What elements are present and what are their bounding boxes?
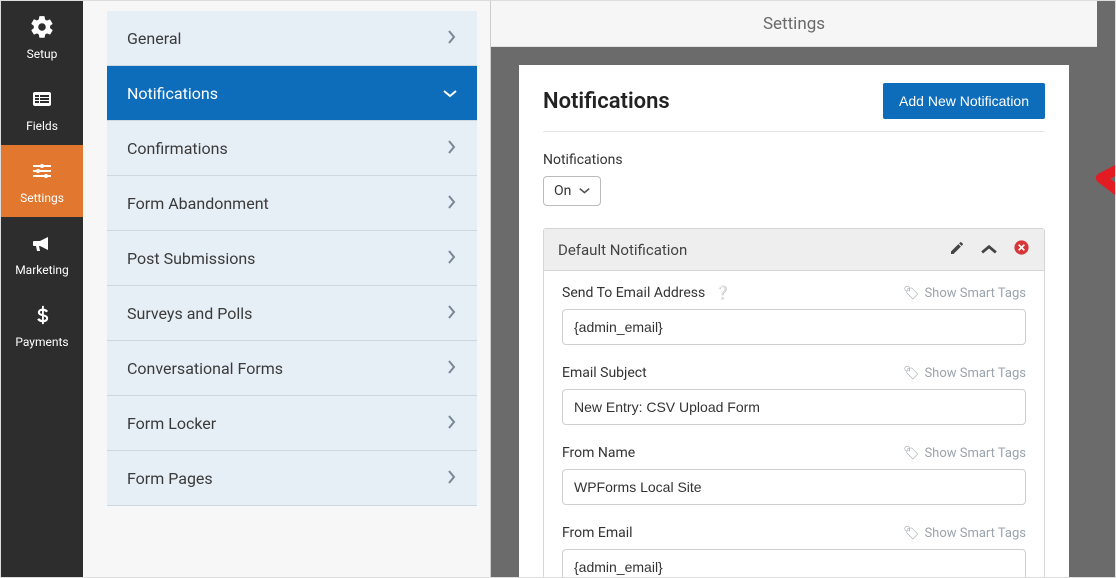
dropdown-value: On xyxy=(554,183,571,199)
rail-item-label: Marketing xyxy=(15,263,69,277)
chevron-down-icon xyxy=(443,84,457,103)
rail-item-label: Payments xyxy=(15,335,68,349)
settings-content-panel: Settings Notifications Add New Notificat… xyxy=(491,1,1097,577)
notifications-toggle-label: Notifications xyxy=(543,152,1045,168)
rail-item-fields[interactable]: Fields xyxy=(1,73,83,145)
from-email-input[interactable] xyxy=(562,549,1026,577)
notifications-toggle-dropdown[interactable]: On xyxy=(543,176,601,206)
settings-submenu-panel: General Notifications Confirmations Form… xyxy=(83,1,491,577)
dollar-icon xyxy=(28,301,56,329)
page-title: Settings xyxy=(763,14,825,34)
right-edge-bar xyxy=(1097,1,1115,577)
chevron-right-icon xyxy=(447,359,457,378)
page-header: Settings xyxy=(491,1,1097,47)
chevron-right-icon xyxy=(447,249,457,268)
show-smart-tags-link[interactable]: 🏷 Show Smart Tags xyxy=(903,366,1026,381)
add-notification-button[interactable]: Add New Notification xyxy=(883,83,1045,119)
submenu-item-label: Confirmations xyxy=(127,139,228,158)
submenu-item-conversational-forms[interactable]: Conversational Forms xyxy=(107,341,477,396)
chevron-right-icon xyxy=(447,414,457,433)
chevron-right-icon xyxy=(447,469,457,488)
help-icon[interactable]: ❔ xyxy=(715,286,731,301)
submenu-item-surveys-polls[interactable]: Surveys and Polls xyxy=(107,286,477,341)
chevron-down-icon xyxy=(579,183,590,199)
gear-icon xyxy=(28,13,56,41)
send-to-email-input[interactable] xyxy=(562,309,1026,345)
sliders-icon xyxy=(28,157,56,185)
submenu-item-confirmations[interactable]: Confirmations xyxy=(107,121,477,176)
submenu-item-post-submissions[interactable]: Post Submissions xyxy=(107,231,477,286)
section-title: Notifications xyxy=(543,89,670,114)
email-subject-input[interactable] xyxy=(562,389,1026,425)
submenu-item-notifications[interactable]: Notifications xyxy=(107,66,477,121)
tag-icon: 🏷 xyxy=(903,446,920,461)
rail-item-label: Settings xyxy=(20,191,64,205)
list-icon xyxy=(28,85,56,113)
notification-panel: Default Notification xyxy=(543,228,1045,577)
submenu-item-label: Post Submissions xyxy=(127,249,255,268)
left-nav-rail: Setup Fields Settings Marketing Payments xyxy=(1,1,83,577)
rail-item-settings[interactable]: Settings xyxy=(1,145,83,217)
tag-icon: 🏷 xyxy=(903,366,920,381)
show-smart-tags-link[interactable]: 🏷 Show Smart Tags xyxy=(903,526,1026,541)
rail-item-setup[interactable]: Setup xyxy=(1,1,83,73)
submenu-item-form-locker[interactable]: Form Locker xyxy=(107,396,477,451)
submenu-item-label: Form Locker xyxy=(127,414,216,433)
submenu-item-form-pages[interactable]: Form Pages xyxy=(107,451,477,506)
rail-item-payments[interactable]: Payments xyxy=(1,289,83,361)
chevron-right-icon xyxy=(447,304,457,323)
field-label-email-subject: Email Subject xyxy=(562,365,647,381)
submenu-item-label: General xyxy=(127,29,181,48)
tag-icon: 🏷 xyxy=(903,526,920,541)
show-smart-tags-link[interactable]: 🏷 Show Smart Tags xyxy=(903,286,1026,301)
edit-icon[interactable] xyxy=(949,240,965,260)
delete-icon[interactable] xyxy=(1013,239,1030,260)
submenu-item-label: Surveys and Polls xyxy=(127,304,252,323)
submenu-item-label: Notifications xyxy=(127,84,218,103)
rail-item-label: Fields xyxy=(26,119,58,133)
rail-item-label: Setup xyxy=(27,47,58,61)
submenu-item-general[interactable]: General xyxy=(107,11,477,66)
chevron-right-icon xyxy=(447,194,457,213)
chevron-right-icon xyxy=(447,139,457,158)
tag-icon: 🏷 xyxy=(903,286,920,301)
submenu-item-form-abandonment[interactable]: Form Abandonment xyxy=(107,176,477,231)
collapse-icon[interactable] xyxy=(981,241,997,259)
field-label-from-name: From Name xyxy=(562,445,635,461)
show-smart-tags-link[interactable]: 🏷 Show Smart Tags xyxy=(903,446,1026,461)
chevron-right-icon xyxy=(447,29,457,48)
submenu-item-label: Form Pages xyxy=(127,469,213,488)
bullhorn-icon xyxy=(28,229,56,257)
panel-title: Default Notification xyxy=(558,241,687,259)
field-label-from-email: From Email xyxy=(562,525,633,541)
field-label-send-to: Send To Email Address xyxy=(562,285,705,301)
rail-item-marketing[interactable]: Marketing xyxy=(1,217,83,289)
submenu-item-label: Conversational Forms xyxy=(127,359,283,378)
from-name-input[interactable] xyxy=(562,469,1026,505)
submenu-item-label: Form Abandonment xyxy=(127,194,269,213)
